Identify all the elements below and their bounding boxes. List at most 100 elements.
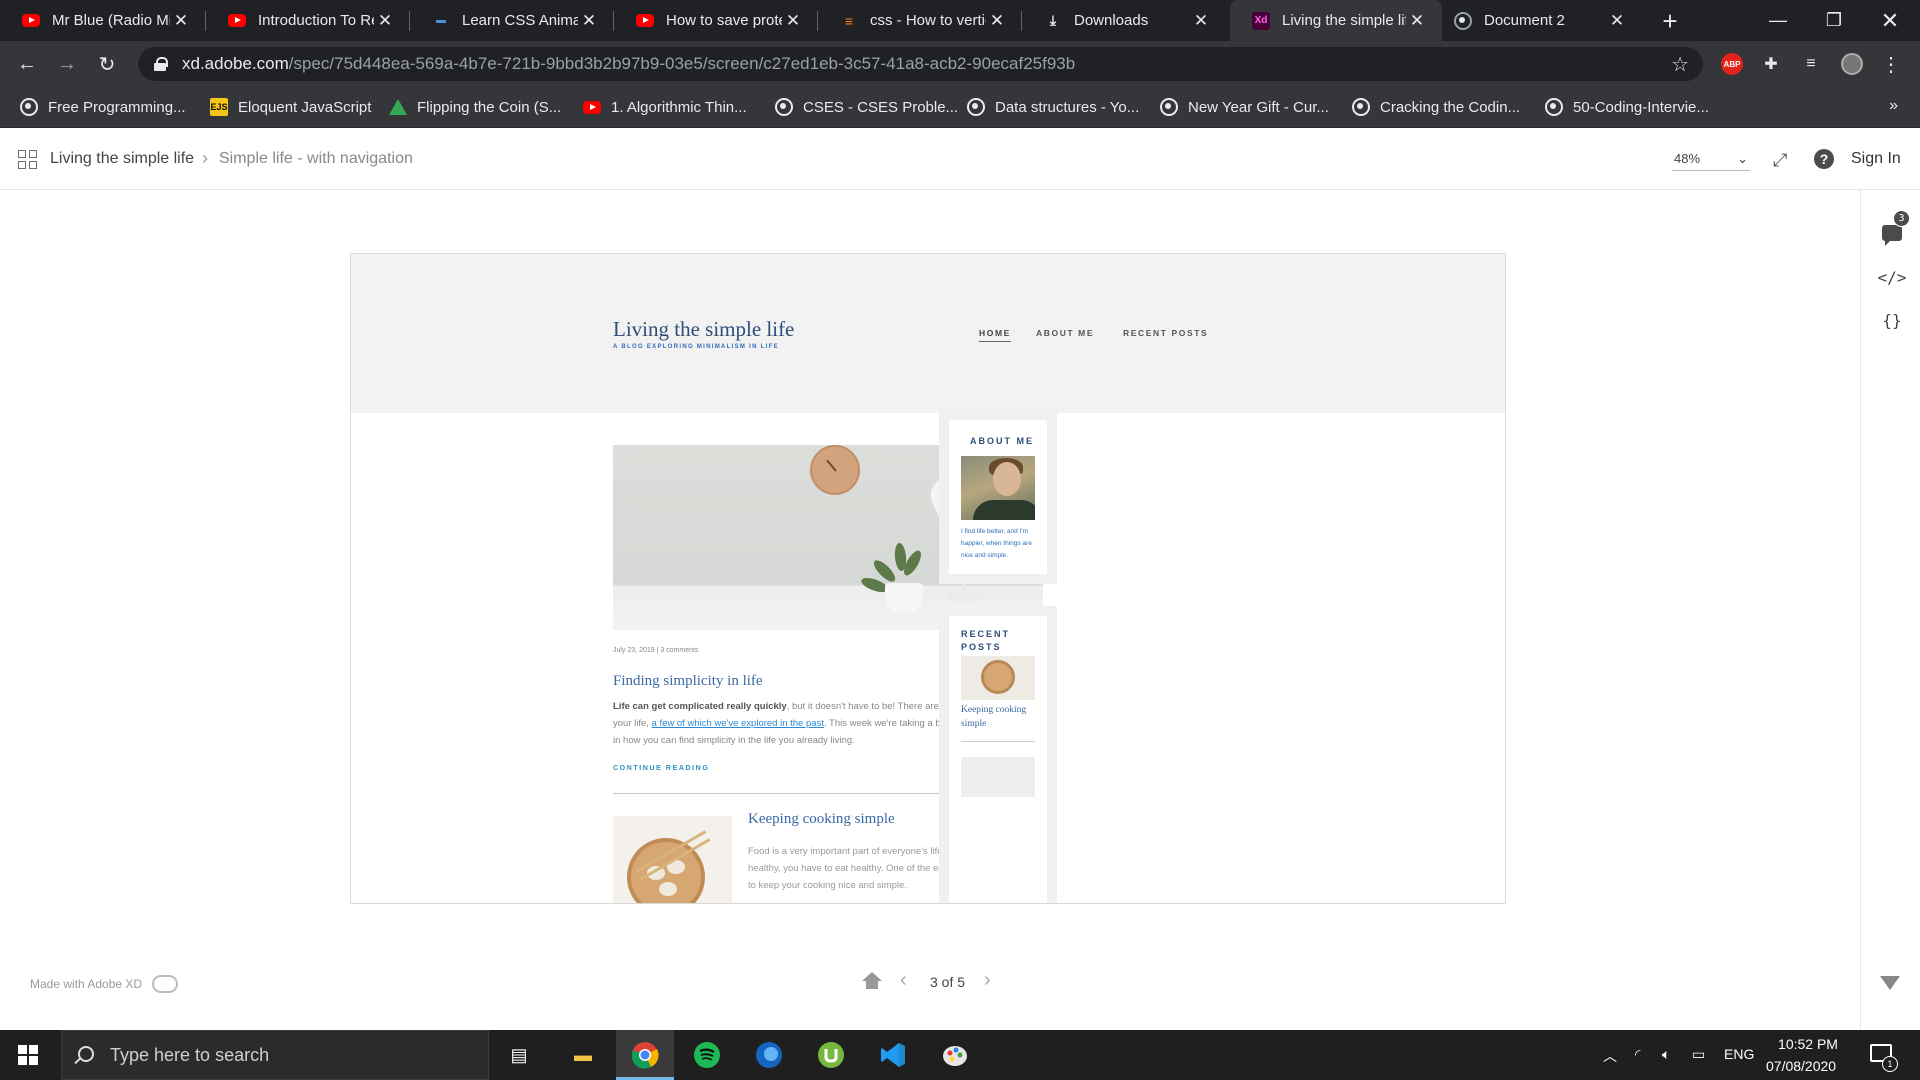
minimize-button[interactable]: —	[1750, 0, 1806, 41]
taskbar-date[interactable]: 07/08/2020	[1766, 1058, 1836, 1074]
url-host: xd.adobe.com	[182, 54, 289, 73]
bowl	[981, 660, 1015, 694]
firefox-icon[interactable]	[754, 1040, 784, 1070]
chrome-menu-icon[interactable]: ⋮	[1880, 53, 1902, 76]
profile-avatar[interactable]	[1841, 53, 1863, 75]
zoom-value: 48%	[1674, 151, 1701, 166]
adblock-plus-icon[interactable]: ABP	[1721, 53, 1743, 75]
utorrent-icon[interactable]	[816, 1040, 846, 1070]
wifi-icon[interactable]: ◜	[1635, 1046, 1640, 1063]
post-thumbnail-image[interactable]	[613, 816, 732, 903]
next-screen-icon[interactable]: ›	[984, 969, 991, 992]
post-meta: July 23, 2019 | 3 comments	[613, 647, 699, 654]
home-icon[interactable]	[862, 972, 882, 990]
reload-button[interactable]: ↻	[92, 49, 122, 79]
address-bar[interactable]: xd.adobe.com/spec/75d448ea-569a-4b7e-721…	[138, 47, 1703, 81]
back-button[interactable]: ←	[12, 49, 42, 79]
breadcrumb-project[interactable]: Living the simple life	[50, 150, 194, 168]
bookmark-cracking-coding[interactable]: Cracking the Codin...	[1352, 87, 1520, 127]
forward-button[interactable]: →	[52, 49, 82, 79]
recent-post-thumbnail[interactable]	[961, 757, 1035, 797]
bookmark-algorithmic-thinking[interactable]: 1. Algorithmic Thin...	[583, 87, 747, 127]
tab-save-protected[interactable]: How to save protected ✕	[614, 0, 818, 41]
file-explorer-icon[interactable]: ▬	[568, 1040, 598, 1070]
volume-icon[interactable]: 🔈︎	[1662, 1046, 1670, 1063]
chrome-icon[interactable]	[630, 1040, 660, 1070]
task-view-icon[interactable]: ▤	[504, 1040, 534, 1070]
widget-title: RECENT POSTS	[961, 629, 1011, 652]
comments-button[interactable]: 3	[1879, 210, 1910, 246]
tab-title: Document 2	[1484, 12, 1565, 29]
plant-pot	[885, 583, 923, 613]
recent-posts-widget: RECENT POSTS Keeping cooking simple	[939, 606, 1057, 903]
braces-icon[interactable]: {}	[1879, 307, 1905, 333]
bookmark-data-structures[interactable]: Data structures - Yo...	[967, 87, 1139, 127]
tab-title: Learn CSS Animation	[462, 12, 578, 29]
globe-icon	[1160, 98, 1178, 116]
tab-downloads[interactable]: ⤓ Downloads ✕	[1022, 0, 1226, 41]
language-indicator[interactable]: ENG	[1724, 1046, 1754, 1062]
tab-css-vertically[interactable]: ≡ css - How to vertically ✕	[818, 0, 1022, 41]
bookmark-new-year-gift[interactable]: New Year Gift - Cur...	[1160, 87, 1329, 127]
fullscreen-icon[interactable]: ⤢	[1773, 150, 1787, 171]
about-widget: ABOUT ME I find life better, and I'm hap…	[939, 410, 1057, 584]
bookmark-flipping-coin[interactable]: Flipping the Coin (S...	[389, 87, 561, 127]
site-title[interactable]: Living the simple life	[613, 317, 794, 342]
close-tab-icon[interactable]: ✕	[374, 10, 396, 32]
close-window-button[interactable]: ✕	[1862, 0, 1918, 41]
bookmark-50-coding[interactable]: 50-Coding-Intervie...	[1545, 87, 1709, 127]
close-tab-icon[interactable]: ✕	[1190, 10, 1212, 32]
post-title[interactable]: Keeping cooking simple	[748, 811, 895, 828]
post-inline-link[interactable]: a few of which we've explored in the pas…	[652, 718, 824, 729]
browser-tab-strip: Mr Blue (Radio Mix) ✕ Introduction To Re…	[0, 0, 1920, 41]
grid-view-icon[interactable]	[18, 150, 37, 169]
battery-icon[interactable]: ▭	[1692, 1046, 1705, 1063]
bookmark-free-programming[interactable]: Free Programming...	[20, 87, 186, 127]
tab-title: Living the simple life	[1282, 12, 1406, 29]
tab-intro-react[interactable]: Introduction To React ✕	[206, 0, 410, 41]
media-queue-icon[interactable]: ≡	[1800, 53, 1822, 75]
bookmark-star-icon[interactable]: ☆	[1671, 52, 1689, 77]
search-icon	[78, 1046, 94, 1062]
bookmark-cses[interactable]: CSES - CSES Proble...	[775, 87, 958, 127]
recent-post-link[interactable]: Keeping cooking simple	[961, 703, 1041, 731]
extensions-puzzle-icon[interactable]: ✚	[1760, 53, 1782, 75]
more-bookmarks-icon[interactable]: »	[1889, 97, 1898, 115]
close-tab-icon[interactable]: ✕	[578, 10, 600, 32]
restore-button[interactable]: ❐	[1806, 0, 1862, 41]
vscode-icon[interactable]	[878, 1040, 908, 1070]
nav-about-me[interactable]: ABOUT ME	[1036, 328, 1094, 338]
wall-clock-image	[810, 445, 860, 495]
spotify-icon[interactable]	[692, 1040, 722, 1070]
close-tab-icon[interactable]: ✕	[170, 10, 192, 32]
close-tab-icon[interactable]: ✕	[986, 10, 1008, 32]
recent-post-thumbnail[interactable]	[961, 656, 1035, 700]
windows-start-icon[interactable]	[18, 1045, 38, 1065]
stackoverflow-icon: ≡	[844, 12, 854, 29]
sign-in-link[interactable]: Sign In	[1851, 150, 1901, 168]
paint-icon[interactable]	[940, 1040, 970, 1070]
tab-living-simple-life[interactable]: Xd Living the simple life ✕	[1230, 0, 1442, 41]
tab-document-2[interactable]: Document 2 ✕	[1432, 0, 1642, 41]
new-tab-button[interactable]: +	[1655, 6, 1685, 36]
tab-mr-blue[interactable]: Mr Blue (Radio Mix) ✕	[0, 0, 206, 41]
nav-recent-posts[interactable]: RECENT POSTS	[1123, 328, 1208, 338]
zoom-select[interactable]: 48% ⌄	[1672, 147, 1750, 171]
post-title[interactable]: Finding simplicity in life	[613, 673, 763, 690]
taskbar-time[interactable]: 10:52 PM	[1777, 1036, 1839, 1052]
close-tab-icon[interactable]: ✕	[1406, 10, 1428, 32]
continue-reading-link[interactable]: CONTINUE READING	[613, 765, 709, 772]
show-hidden-icons[interactable]: ︿	[1603, 1046, 1617, 1066]
code-icon[interactable]: </>	[1878, 264, 1907, 290]
taskbar-search-input[interactable]: Type here to search	[61, 1030, 489, 1080]
close-tab-icon[interactable]: ✕	[1606, 10, 1628, 32]
bookmark-label: Flipping the Coin (S...	[417, 98, 562, 116]
previous-screen-icon[interactable]: ‹	[900, 969, 907, 992]
tab-css-animation[interactable]: ▬ Learn CSS Animation ✕	[410, 0, 614, 41]
nav-home[interactable]: HOME	[979, 328, 1011, 342]
made-with-adobe-xd[interactable]: Made with Adobe XD	[30, 975, 179, 993]
bookmark-eloquent-js[interactable]: EJS Eloquent JavaScript	[210, 87, 371, 127]
help-icon[interactable]: ?	[1814, 149, 1834, 169]
close-tab-icon[interactable]: ✕	[782, 10, 804, 32]
filter-icon[interactable]	[1880, 976, 1900, 990]
